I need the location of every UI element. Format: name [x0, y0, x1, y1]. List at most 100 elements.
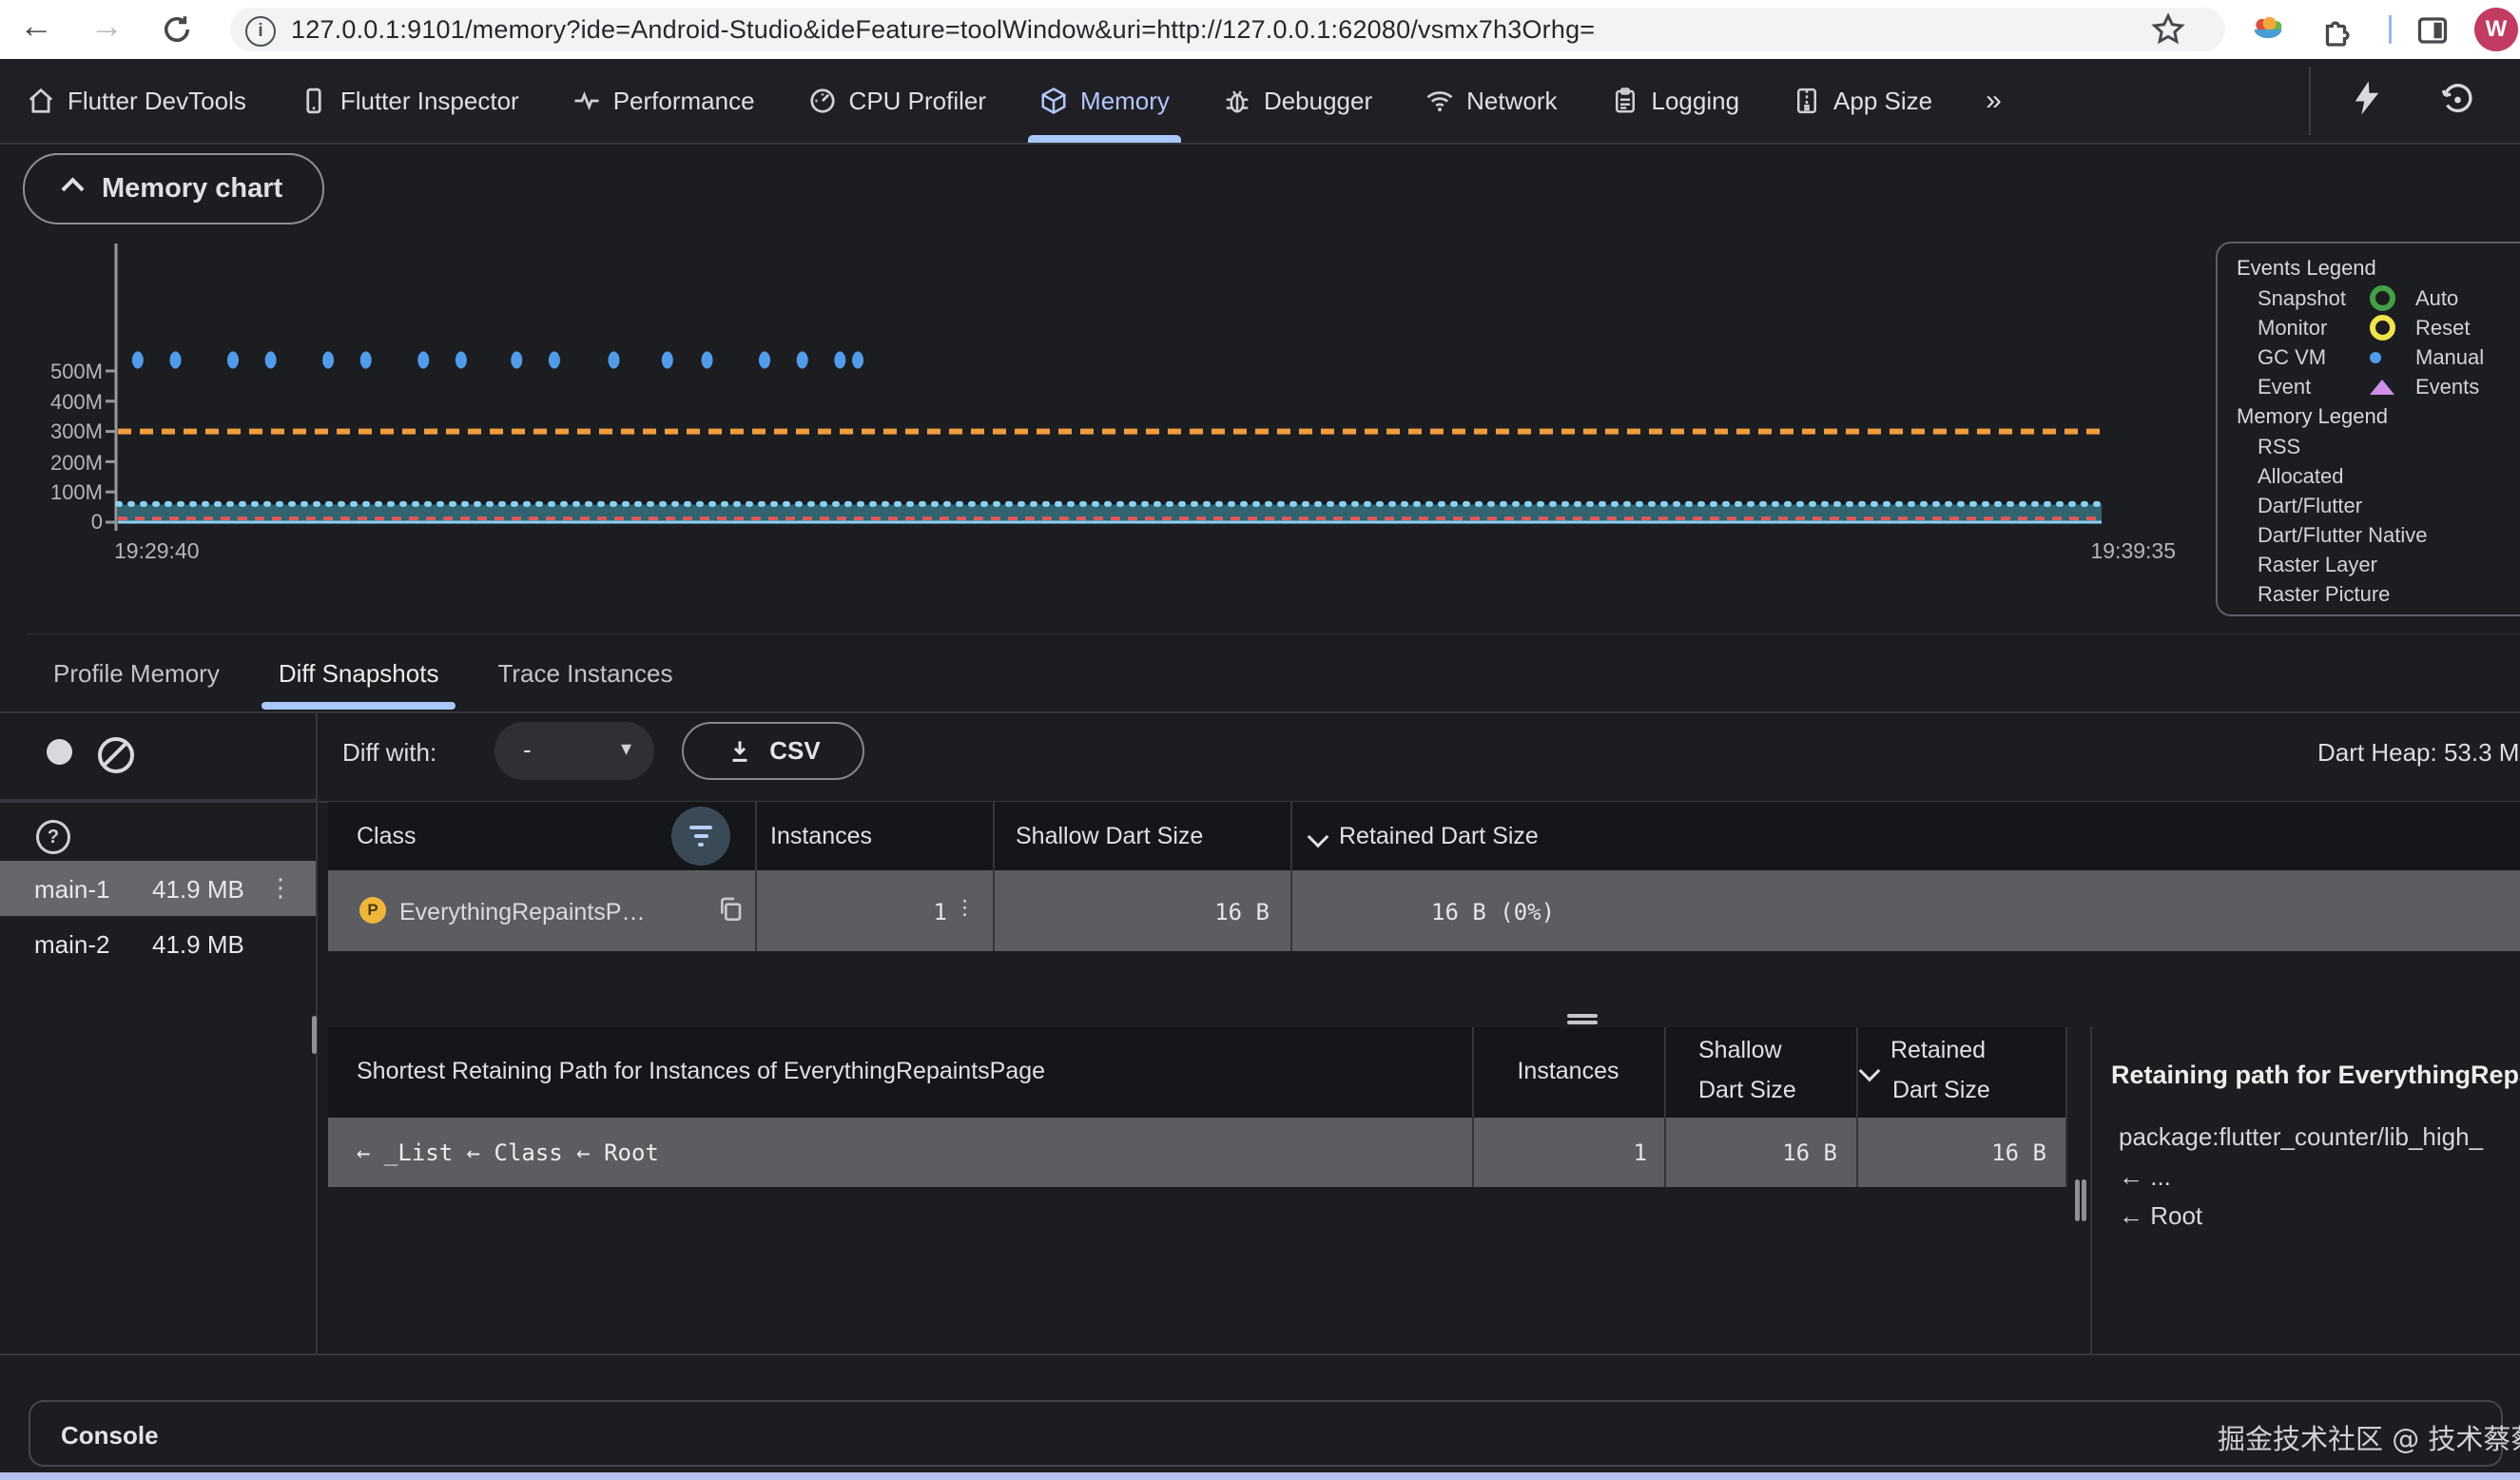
extension-fruit-icon[interactable] — [2250, 11, 2286, 48]
legend-item-raster-layer: Raster Layer — [2258, 550, 2520, 579]
table-splitter-handle[interactable] — [1567, 1014, 1598, 1018]
instances-column-header[interactable]: Instances — [770, 823, 872, 850]
memory-tab-bar: Profile Memory Diff Snapshots Trace Inst… — [51, 635, 674, 711]
class-name-cell[interactable]: EverythingRepaintsP… — [399, 899, 645, 926]
window-bottom-bar — [0, 1472, 2520, 1480]
cell-kebab-icon[interactable]: ⋮ — [955, 896, 975, 919]
nav-tab-performance[interactable]: Performance — [572, 59, 755, 143]
clear-snapshots-icon[interactable] — [98, 737, 134, 773]
nav-tab-logging[interactable]: Logging — [1611, 59, 1740, 143]
phone-icon — [300, 87, 328, 115]
address-bar[interactable]: i 127.0.0.1:9101/memory?ide=Android-Stud… — [230, 8, 2225, 51]
y-tick-300m: 300M — [27, 419, 103, 445]
retaining-path-cell[interactable]: ← _List ← Class ← Root — [357, 1139, 659, 1166]
browser-back-icon[interactable]: ← — [15, 6, 57, 46]
copy-icon[interactable] — [715, 894, 746, 925]
filter-icon[interactable] — [671, 807, 730, 866]
legend-item-allocated: Allocated — [2258, 461, 2520, 491]
browser-forward-icon[interactable]: → — [86, 6, 127, 46]
nav-tab-memory[interactable]: Memory — [1039, 59, 1170, 143]
col-divider — [1856, 1027, 1858, 1187]
memory-cube-icon — [1039, 87, 1068, 115]
class-table-selected-row[interactable] — [328, 870, 2520, 951]
diff-with-dropdown[interactable]: - ▾ — [494, 722, 654, 780]
nav-overflow-chevrons[interactable]: » — [1986, 85, 2002, 117]
memory-chart-collapse-button[interactable]: Memory chart — [23, 153, 324, 224]
extensions-puzzle-icon[interactable] — [2320, 13, 2355, 48]
path-retained-header-line1[interactable]: Retained — [1890, 1037, 1986, 1064]
shallow-column-header[interactable]: Shallow Dart Size — [1016, 823, 1203, 850]
help-icon[interactable]: ? — [36, 820, 70, 854]
events-legend-title: Events Legend — [2218, 253, 2520, 283]
csv-export-button[interactable]: CSV — [682, 722, 864, 780]
chevron-up-icon — [61, 177, 84, 200]
path-instances-header[interactable]: Instances — [1472, 1058, 1664, 1085]
app-size-file-icon — [1793, 87, 1821, 115]
path-table-title: Shortest Retaining Path for Instances of… — [357, 1058, 1045, 1085]
legend-row-gc-vm: GC VM Manual — [2258, 342, 2520, 372]
legend-item-dart-flutter: Dart/Flutter — [2258, 491, 2520, 520]
retaining-path-line: ← Root — [2119, 1201, 2202, 1231]
panel-resize-handle[interactable] — [2082, 1179, 2086, 1221]
watermark: 掘金技术社区 @ 技术蔡蔡 — [2218, 1417, 2520, 1457]
wifi-icon — [1425, 87, 1454, 115]
side-panel-icon[interactable] — [2415, 13, 2450, 48]
take-snapshot-icon[interactable] — [47, 739, 72, 765]
path-shallow-header-line2[interactable]: Dart Size — [1698, 1077, 1796, 1104]
path-instances-cell: 1 — [1522, 1139, 1647, 1166]
dart-heap-status: Dart Heap: 53.3 MB — [2317, 738, 2520, 768]
hot-reload-lightning-icon[interactable] — [2347, 78, 2387, 118]
tab-diff-snapshots[interactable]: Diff Snapshots — [277, 635, 441, 711]
chevron-down-icon: ▾ — [621, 736, 631, 761]
nav-tab-cpu-profiler[interactable]: CPU Profiler — [808, 59, 986, 143]
legend-item-dart-flutter-native: Dart/Flutter Native — [2258, 520, 2520, 550]
panel-top-border — [27, 633, 2520, 634]
bug-icon — [1223, 87, 1251, 115]
nav-tab-app-size[interactable]: App Size — [1793, 59, 1932, 143]
sidebar-resize-handle[interactable] — [312, 1016, 317, 1054]
table-splitter-handle[interactable] — [1567, 1021, 1598, 1024]
snapshot-row-main-2[interactable]: main-2 41.9 MB — [0, 916, 316, 971]
console-panel[interactable]: Console — [29, 1400, 2503, 1467]
col-divider — [755, 802, 757, 951]
retaining-path-line: package:flutter_counter/lib_high_ — [2119, 1122, 2483, 1152]
row-menu-kebab-icon[interactable]: ⋮ — [268, 874, 293, 903]
nav-tab-flutter-devtools[interactable]: Flutter DevTools — [27, 59, 246, 143]
legend-item-rss: RSS — [2258, 432, 2520, 461]
panel-resize-handle[interactable] — [2075, 1179, 2080, 1221]
nav-divider — [2309, 67, 2311, 135]
y-tick-200m: 200M — [27, 450, 103, 477]
console-top-divider — [0, 1353, 2520, 1355]
memory-chart — [0, 238, 2197, 571]
y-tick-100m: 100M — [27, 479, 103, 506]
snapshot-auto-icon — [2370, 285, 2395, 311]
monitor-reset-icon — [2370, 315, 2395, 341]
tab-profile-memory[interactable]: Profile Memory — [51, 635, 222, 711]
nav-tab-flutter-inspector[interactable]: Flutter Inspector — [300, 59, 519, 143]
avatar[interactable]: W — [2474, 8, 2518, 51]
path-shallow-header-line1[interactable]: Shallow — [1698, 1037, 1782, 1064]
history-restore-icon[interactable] — [2438, 79, 2476, 117]
legend-row-event: Event Events — [2258, 372, 2520, 401]
y-tick-0: 0 — [27, 509, 103, 536]
bookmark-star-icon[interactable] — [2151, 12, 2185, 47]
browser-reload-icon[interactable] — [160, 12, 194, 47]
gc-vm-dot-icon — [2370, 352, 2381, 363]
y-tick-500m: 500M — [27, 359, 103, 385]
chart-legend: Events Legend Snapshot Auto Monitor Rese… — [2216, 242, 2520, 616]
toolbar-divider — [2389, 15, 2392, 44]
retained-size-cell: 16 B (0%) — [1431, 899, 1555, 925]
retained-column-header[interactable]: Retained Dart Size — [1339, 823, 1539, 850]
nav-tab-debugger[interactable]: Debugger — [1223, 59, 1372, 143]
path-retained-cell: 16 B — [1873, 1139, 2046, 1166]
class-column-header[interactable]: Class — [357, 823, 417, 850]
instances-cell: 1 — [818, 899, 947, 925]
col-divider — [1472, 1027, 1474, 1187]
site-info-icon[interactable]: i — [245, 16, 276, 47]
event-triangle-icon — [2370, 380, 2394, 395]
tab-trace-instances[interactable]: Trace Instances — [495, 635, 674, 711]
path-retained-header-line2[interactable]: Dart Size — [1892, 1077, 1990, 1104]
console-label: Console — [61, 1421, 159, 1451]
snapshot-row-main-1[interactable]: main-1 41.9 MB ⋮ — [0, 861, 316, 916]
nav-tab-network[interactable]: Network — [1425, 59, 1557, 143]
